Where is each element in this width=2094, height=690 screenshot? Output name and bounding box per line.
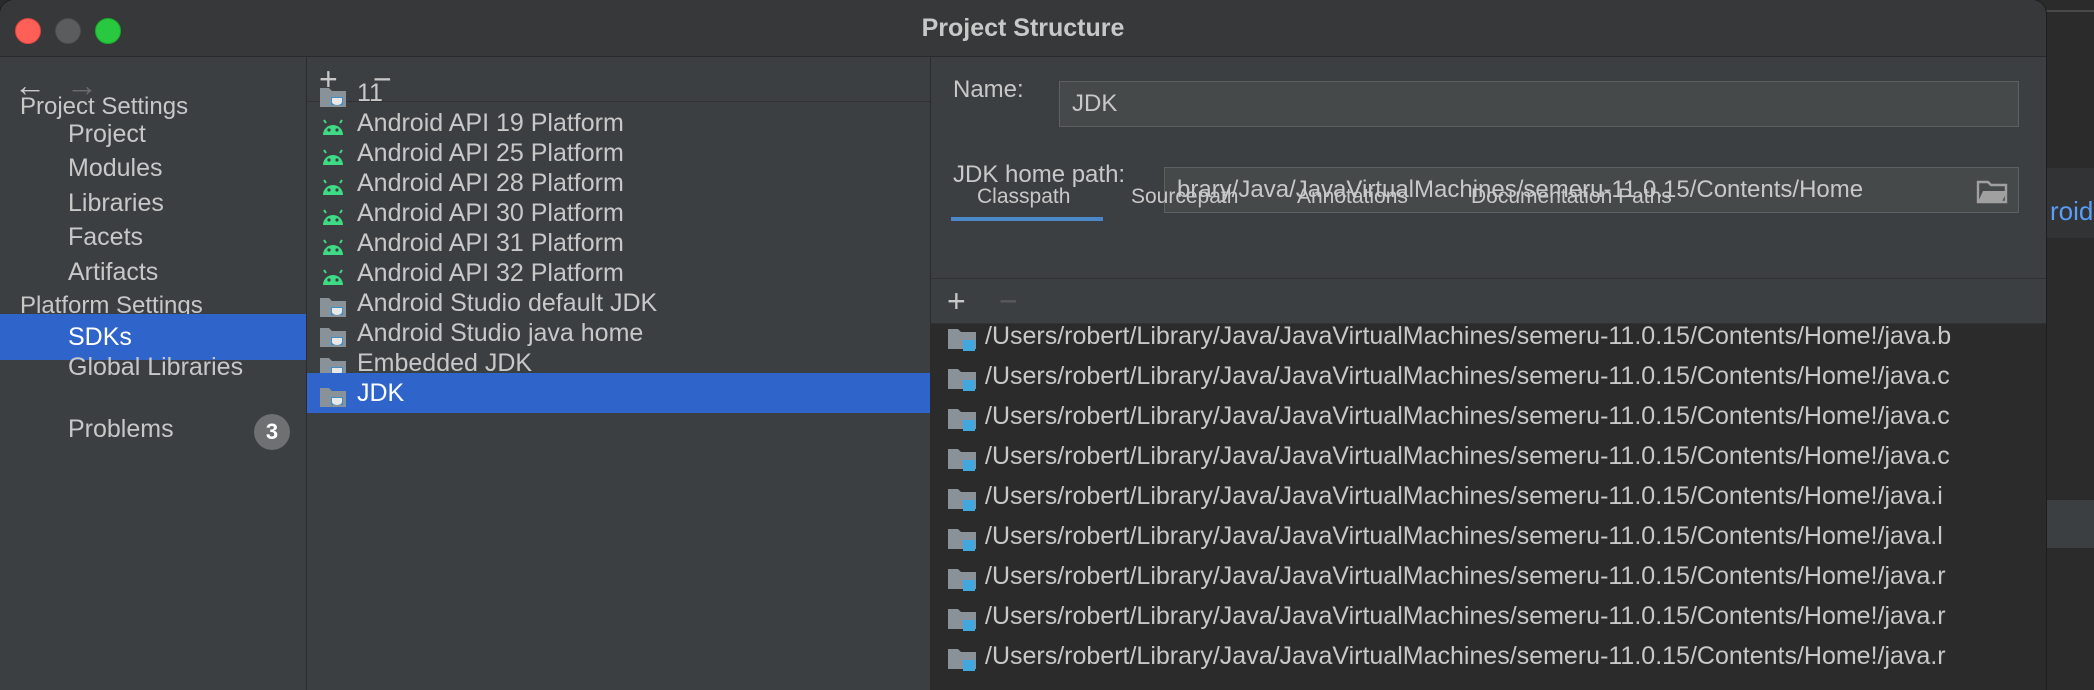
classpath-list-item[interactable]: /Users/robert/Library/Java/JavaVirtualMa… [931,636,2046,676]
android-icon [319,201,347,225]
add-path-button[interactable]: + [947,283,966,319]
name-field[interactable]: JDK [1059,81,2019,127]
remove-path-button[interactable]: − [999,283,1018,319]
jar-folder-icon [947,364,977,391]
background-text: roid [2050,196,2094,226]
background-window [2046,0,2094,690]
jdk-folder-icon [319,321,347,347]
jar-folder-icon [947,644,977,671]
tab-sourcepath[interactable]: Sourcepath [1131,175,1238,221]
classpath-item-label: /Users/robert/Library/Java/JavaVirtualMa… [985,442,1950,470]
sdk-list-panel: + − 11 Android API 19 Platform Android API… [307,57,931,690]
jdk-folder-icon [319,291,347,317]
title-bar: Project Structure [0,0,2046,57]
classpath-item-label: /Users/robert/Library/Java/JavaVirtualMa… [985,642,1946,670]
classpath-list-item[interactable]: /Users/robert/Library/Java/JavaVirtualMa… [931,436,2046,476]
nav-item-problems[interactable]: Problems 3 [0,406,306,452]
classpath-item-label: /Users/robert/Library/Java/JavaVirtualMa… [985,324,1952,350]
classpath-list-item[interactable]: /Users/robert/Library/Java/JavaVirtualMa… [931,476,2046,516]
classpath-list-item[interactable]: /Users/robert/Library/Java/JavaVirtualMa… [931,356,2046,396]
classpath-list-item[interactable]: /Users/robert/Library/Java/JavaVirtualMa… [931,556,2046,596]
android-icon [319,261,347,285]
classpath-list-item[interactable]: /Users/robert/Library/Java/JavaVirtualMa… [931,396,2046,436]
tab-documentation-paths[interactable]: Documentation Paths [1471,175,1672,221]
classpath-item-label: /Users/robert/Library/Java/JavaVirtualMa… [985,482,1943,510]
jar-folder-icon [947,484,977,511]
problems-label: Problems [68,415,174,443]
settings-nav: ← → Project Settings Project Modules Lib… [0,57,307,690]
jar-folder-icon [947,324,977,351]
window-title: Project Structure [921,14,1125,42]
classpath-list: /Users/robert/Library/Java/JavaVirtualMa… [931,324,2046,690]
jdk-folder-icon [319,81,347,107]
classpath-item-label: /Users/robert/Library/Java/JavaVirtualMa… [985,402,1950,430]
classpath-item-label: /Users/robert/Library/Java/JavaVirtualMa… [985,562,1946,590]
classpath-item-label: /Users/robert/Library/Java/JavaVirtualMa… [985,362,1950,390]
jar-folder-icon [947,404,977,431]
classpath-list-item[interactable]: /Users/robert/Library/Java/JavaVirtualMa… [931,324,2046,356]
android-icon [319,231,347,255]
nav-item-artifacts[interactable]: Artifacts [0,249,306,295]
jdk-folder-icon [319,351,347,377]
jar-folder-icon [947,604,977,631]
project-structure-dialog: Project Structure ← → Project Settings P… [0,0,2046,690]
tab-classpath[interactable]: Classpath [951,175,1103,221]
background-panel-lower [2046,500,2094,548]
background-divider [2046,10,2094,12]
folder-browse-icon[interactable] [1976,178,2008,204]
tab-annotations[interactable]: Annotations [1297,175,1408,221]
android-icon [319,171,347,195]
path-toolbar: + − [931,279,2046,324]
classpath-list-item[interactable]: /Users/robert/Library/Java/JavaVirtualMa… [931,596,2046,636]
name-label: Name: [953,76,1024,103]
classpath-item-label: /Users/robert/Library/Java/JavaVirtualMa… [985,602,1946,630]
jar-folder-icon [947,524,977,551]
sdk-list-item-label: JDK [357,379,405,407]
jar-folder-icon [947,444,977,471]
sdk-list-item[interactable]: JDK [307,373,930,413]
jar-folder-icon [947,564,977,591]
nav-item-global-libraries[interactable]: Global Libraries [0,344,306,390]
jdk-folder-icon [319,381,347,407]
android-icon [319,141,347,165]
classpath-item-label: /Users/robert/Library/Java/JavaVirtualMa… [985,522,1943,550]
classpath-list-item[interactable]: /Users/robert/Library/Java/JavaVirtualMa… [931,516,2046,556]
android-icon [319,111,347,135]
problems-count-badge: 3 [254,414,290,450]
sdk-detail-panel: Name: JDK JDK home path: brary/Java/Java… [931,57,2046,690]
